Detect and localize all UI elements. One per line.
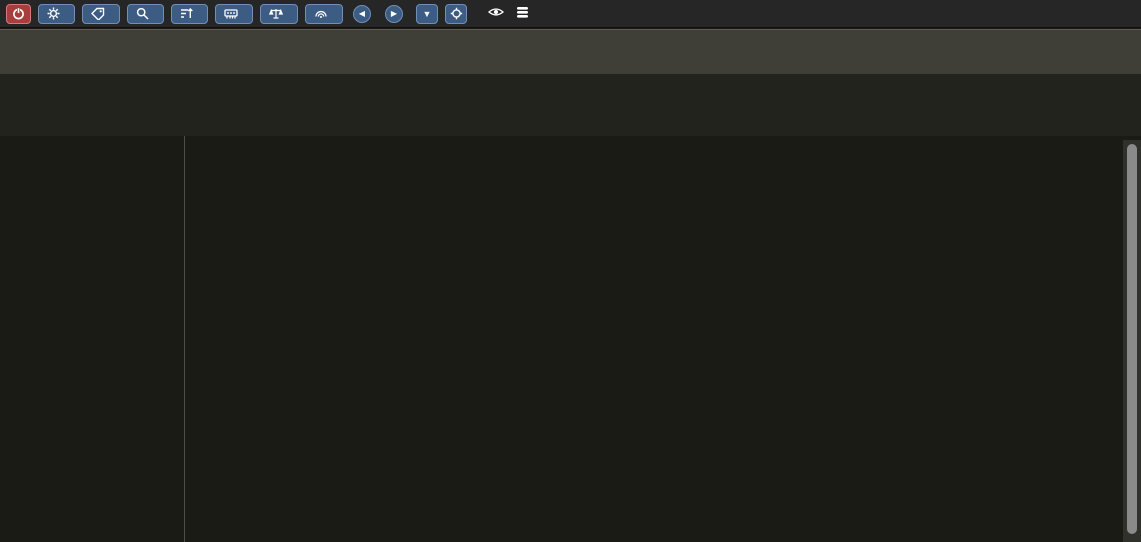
statistics-button[interactable]	[171, 4, 208, 24]
database-icon	[516, 6, 529, 22]
memory-button[interactable]	[215, 4, 253, 24]
signal-icon	[314, 7, 328, 20]
power-button[interactable]	[6, 4, 31, 24]
compare-button[interactable]	[260, 4, 298, 24]
options-button[interactable]	[38, 4, 75, 24]
total-span-stat	[516, 6, 534, 22]
memory-graph[interactable]	[0, 430, 1141, 542]
time-axis[interactable]	[0, 74, 1141, 136]
goto-frame-button[interactable]	[445, 4, 467, 24]
search-icon	[136, 7, 149, 20]
power-icon	[12, 7, 25, 20]
caret-left-icon: ◀	[359, 9, 365, 18]
gear-icon	[47, 7, 60, 20]
vertical-scrollbar[interactable]	[1123, 140, 1141, 542]
eye-icon	[488, 6, 504, 21]
collapse-button[interactable]: ▼	[416, 4, 438, 24]
ram-icon	[224, 7, 238, 20]
messages-button[interactable]	[82, 4, 120, 24]
next-frame-button[interactable]: ▶	[385, 5, 403, 23]
crosshair-icon	[450, 7, 463, 20]
profiler-window: ◀ ▶ ▼	[0, 0, 1141, 542]
find-zone-button[interactable]	[127, 4, 164, 24]
scrollbar-thumb[interactable]	[1127, 144, 1137, 534]
frame-overview[interactable]	[0, 29, 1141, 74]
info-button[interactable]	[305, 4, 343, 24]
caret-right-icon: ▶	[391, 9, 397, 18]
toolbar: ◀ ▶ ▼	[0, 0, 1141, 28]
scales-icon	[269, 7, 283, 20]
tags-icon	[91, 7, 105, 20]
view-span-stat	[488, 6, 509, 21]
caret-down-icon: ▼	[423, 9, 432, 19]
prev-frame-button[interactable]: ◀	[353, 5, 371, 23]
sort-icon	[180, 7, 193, 20]
